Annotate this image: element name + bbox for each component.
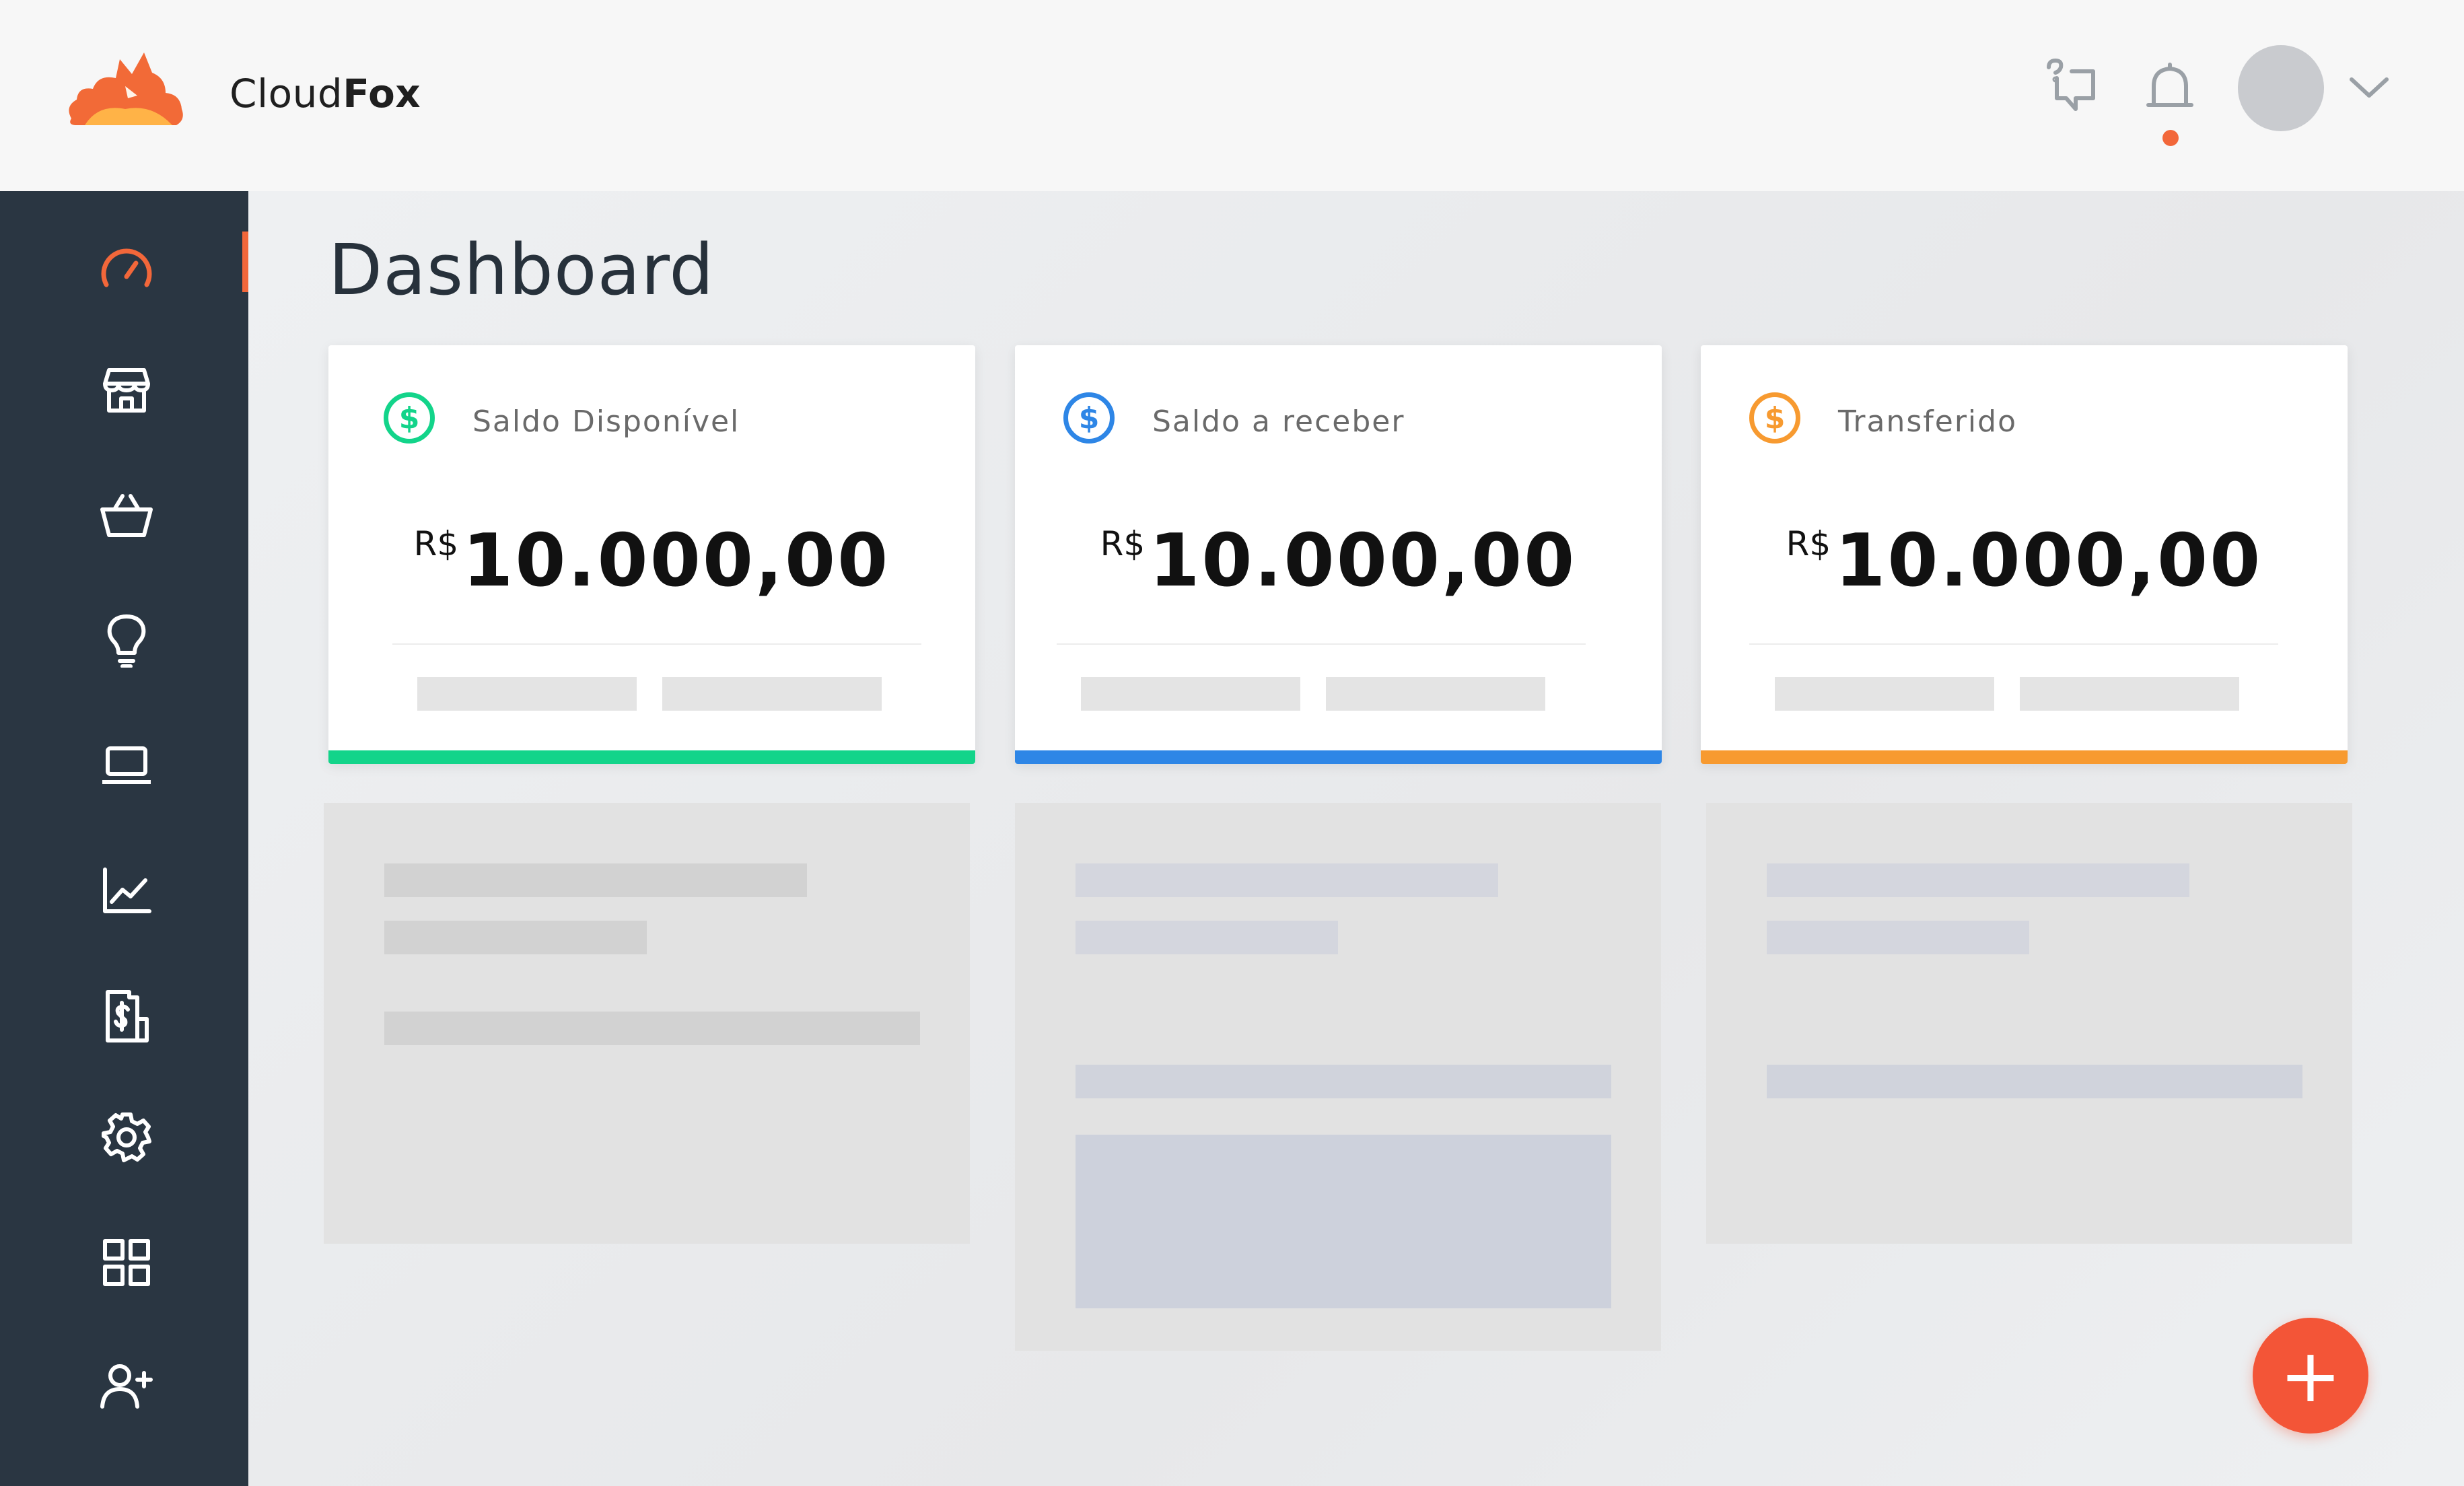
- chart-line-icon[interactable]: [94, 859, 159, 923]
- dollar-circle-icon: $: [1749, 392, 1800, 444]
- placeholder-bar: [1775, 677, 1994, 711]
- placeholder-line: [1767, 863, 2189, 897]
- placeholder-bar: [662, 677, 882, 711]
- gear-icon[interactable]: [94, 1105, 159, 1170]
- placeholder-bar: [417, 677, 637, 711]
- bell-icon[interactable]: [2143, 61, 2197, 117]
- card-divider: [1749, 643, 2278, 645]
- placeholder-line: [1767, 921, 2029, 954]
- card-label: Saldo a receber: [1152, 404, 1405, 439]
- dollar-circle-icon: $: [1063, 392, 1115, 444]
- placeholder-line: [384, 921, 647, 954]
- laptop-icon[interactable]: [94, 734, 159, 798]
- add-fab-button[interactable]: +: [2253, 1318, 2368, 1434]
- help-chat-icon[interactable]: [2043, 58, 2097, 114]
- card-accent-bar: [1701, 750, 2348, 764]
- card-label: Transferido: [1838, 404, 2017, 439]
- avatar[interactable]: [2238, 45, 2324, 131]
- speedometer-icon[interactable]: [94, 234, 159, 299]
- brand-name: CloudFox: [230, 71, 421, 116]
- placeholder-line: [1076, 863, 1498, 897]
- card-amount: R$10.000,00: [1100, 519, 1577, 603]
- placeholder-line: [1767, 1065, 2302, 1098]
- store-icon[interactable]: [94, 358, 159, 423]
- dollar-circle-icon: $: [384, 392, 435, 444]
- card-amount: R$10.000,00: [1786, 519, 2263, 603]
- notification-dot: [2162, 130, 2179, 146]
- placeholder-bar: [1081, 677, 1300, 711]
- balance-card-receivable: $ Saldo a receber R$10.000,00: [1015, 345, 1662, 764]
- placeholder-bar: [2020, 677, 2239, 711]
- placeholder-panel: [324, 803, 970, 1244]
- plus-icon: +: [2279, 1333, 2342, 1419]
- add-user-icon[interactable]: [94, 1354, 159, 1419]
- card-accent-bar: [328, 750, 975, 764]
- cloudfox-logo[interactable]: [58, 39, 192, 140]
- balance-card-transferred: $ Transferido R$10.000,00: [1701, 345, 2348, 764]
- placeholder-panel: [1015, 803, 1661, 1351]
- placeholder-line: [1076, 921, 1338, 954]
- card-label: Saldo Disponível: [472, 404, 740, 439]
- placeholder-bar: [1326, 677, 1545, 711]
- placeholder-line: [1076, 1065, 1611, 1098]
- placeholder-block: [1076, 1135, 1611, 1308]
- basket-icon[interactable]: [94, 483, 159, 548]
- card-accent-bar: [1015, 750, 1662, 764]
- placeholder-line: [384, 1012, 920, 1045]
- card-divider: [392, 643, 921, 645]
- balance-card-available: $ Saldo Disponível R$10.000,00: [328, 345, 975, 764]
- placeholder-line: [384, 863, 807, 897]
- chevron-down-icon[interactable]: [2348, 74, 2391, 101]
- card-divider: [1057, 643, 1586, 645]
- receipt-dollar-icon[interactable]: [94, 984, 159, 1049]
- card-amount: R$10.000,00: [413, 519, 890, 603]
- lightbulb-icon[interactable]: [94, 608, 159, 673]
- placeholder-panel: [1706, 803, 2352, 1244]
- top-bar: CloudFox: [0, 0, 2464, 191]
- grid-icon[interactable]: [94, 1230, 159, 1295]
- page-title: Dashboard: [328, 229, 715, 311]
- sidebar-active-indicator: [242, 232, 248, 292]
